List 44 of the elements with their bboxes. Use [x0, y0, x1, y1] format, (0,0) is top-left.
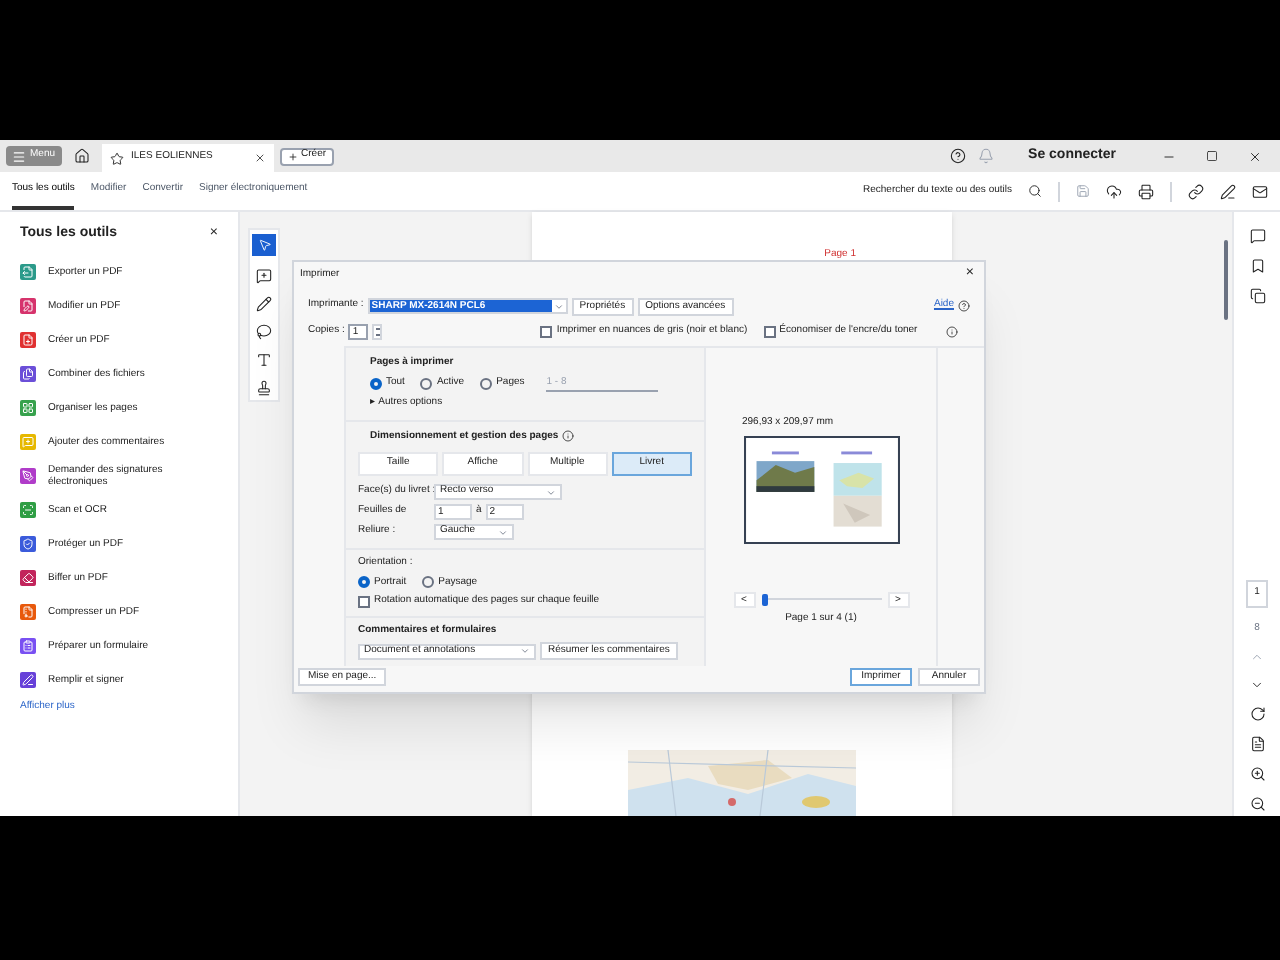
radio-button[interactable] — [480, 377, 493, 390]
bookmark-icon[interactable] — [1249, 258, 1265, 274]
radio-button[interactable] — [370, 377, 382, 390]
info-icon — [945, 326, 958, 338]
maximize-icon[interactable] — [1206, 150, 1218, 162]
chevron-icon — [546, 487, 556, 497]
comment-icon[interactable] — [256, 268, 272, 284]
zoom-out-icon[interactable] — [1249, 796, 1265, 812]
print-icon[interactable] — [1138, 183, 1154, 199]
radio-button[interactable] — [358, 576, 370, 589]
close-icon[interactable] — [253, 152, 266, 164]
plus-icon — [287, 151, 298, 161]
lasso-icon[interactable] — [256, 324, 272, 340]
home-icon[interactable] — [73, 148, 90, 164]
menu-icon — [12, 149, 26, 163]
chevron-icon — [520, 646, 530, 656]
pencil-icon[interactable] — [256, 296, 272, 312]
link-icon[interactable] — [1188, 183, 1204, 199]
checkbox[interactable] — [763, 326, 776, 338]
slider-thumb[interactable] — [761, 593, 767, 605]
pen-icon[interactable] — [1220, 183, 1236, 199]
mail-icon[interactable] — [1252, 183, 1268, 199]
pages-icon[interactable] — [1249, 288, 1265, 304]
chevron-icon — [553, 301, 564, 311]
rotate-icon[interactable] — [1249, 706, 1265, 722]
pointer-icon[interactable] — [257, 238, 271, 252]
star-icon — [109, 151, 124, 165]
spinner-icon[interactable] — [372, 324, 383, 340]
zoom-in-icon[interactable] — [1249, 766, 1265, 782]
chevron-down-icon[interactable] — [1250, 678, 1264, 692]
search-icon[interactable] — [1028, 184, 1042, 198]
info-icon[interactable] — [562, 430, 575, 443]
checkbox[interactable] — [358, 595, 370, 608]
radio-button[interactable] — [420, 377, 433, 390]
radio-button[interactable] — [422, 576, 435, 589]
help-icon[interactable] — [950, 148, 967, 164]
upload-icon[interactable] — [1106, 183, 1122, 199]
comment-icon[interactable] — [1249, 228, 1265, 244]
checkbox[interactable] — [540, 326, 553, 338]
text-icon[interactable] — [256, 352, 272, 368]
page-fit-icon[interactable] — [1249, 736, 1265, 752]
chevron-icon — [498, 527, 508, 537]
stamp-icon[interactable] — [256, 380, 272, 396]
close-icon[interactable] — [1248, 149, 1262, 163]
